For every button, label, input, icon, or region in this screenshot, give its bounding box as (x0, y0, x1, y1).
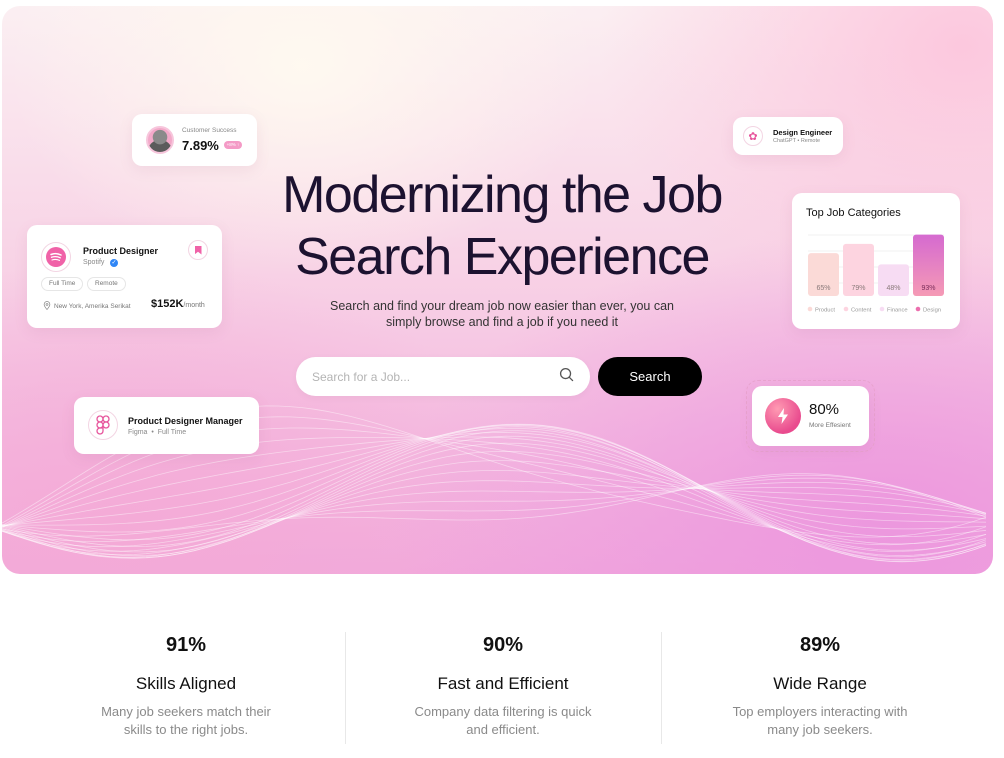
job-type: Full Time (157, 429, 187, 436)
legend-dot (843, 306, 849, 312)
subline-line-2: simply browse and find a job if you need… (385, 315, 619, 329)
legend-dot (879, 306, 885, 312)
legend-label: Finance (887, 308, 908, 314)
job-title: Product Designer (83, 246, 159, 256)
job-type: Remote (800, 138, 821, 144)
job-title: Design Engineer (773, 128, 833, 137)
salary: $152K/month (151, 298, 205, 310)
job-title: Product Designer Manager (128, 416, 243, 426)
legend-label: Product (815, 308, 835, 314)
page-headline: Modernizing the Job Search Experience (202, 164, 802, 288)
job-meta: ChatGPT • Remote (773, 138, 821, 144)
bookmark-icon[interactable] (188, 240, 208, 260)
efficiency-card: 80% More Effesient (752, 386, 869, 446)
bar-label: 93% (921, 285, 935, 292)
job-location: New York, Amerika Serikat (43, 301, 131, 311)
top-job-categories-chart: 65% Product 79% Content 48% Finance 93% Design (807, 234, 944, 314)
efficiency-value: 80% (809, 401, 840, 418)
stat-percent: 89% (799, 634, 841, 656)
top-job-categories-card: Top Job Categories 65% Product 79% Content 4… (792, 193, 960, 329)
avatar (146, 126, 174, 154)
stat-description: Many job seekers match their skills to t… (101, 704, 271, 737)
job-meta: Figma • Full Time (128, 429, 187, 436)
subline-line-1: Search and find your dream job now easie… (330, 299, 674, 313)
hero-subline: Search and find your dream job now easie… (322, 298, 682, 330)
job-card-design-engineer[interactable]: ✿ Design Engineer ChatGPT • Remote (733, 117, 843, 155)
lightning-icon (765, 398, 801, 434)
job-card-product-designer[interactable]: Product Designer Spotify ✓ Full Time Rem… (27, 225, 222, 328)
customer-success-card: Customer Success 7.89% +8% ↑ (132, 114, 257, 166)
legend-dot (915, 306, 921, 312)
chatgpt-logo-icon: ✿ (743, 126, 763, 146)
headline-line-1: Modernizing the Job (282, 166, 723, 224)
stat-description: Top employers interacting with many job … (732, 704, 908, 737)
salary-value: $152K (151, 298, 184, 310)
customer-success-label: Customer Success (182, 127, 237, 134)
location-pin-icon (43, 301, 51, 311)
stat-block-efficiency: 90% Fast and Efficient Company data filt… (345, 630, 661, 739)
search-button[interactable]: Search (598, 357, 702, 396)
stat-title: Wide Range (773, 674, 867, 693)
bar-label: 65% (816, 285, 830, 292)
legend-label: Content (851, 308, 872, 314)
legend-dot (807, 306, 813, 312)
wave-line (2, 442, 987, 557)
spotify-logo-icon (41, 242, 71, 272)
search-input[interactable] (312, 369, 559, 384)
stat-title: Skills Aligned (135, 674, 237, 693)
job-card-product-designer-manager[interactable]: Product Designer Manager Figma • Full Ti… (74, 397, 259, 454)
search-icon[interactable] (559, 367, 574, 387)
stat-percent: 90% (482, 634, 524, 656)
company-name: Figma (128, 429, 148, 436)
bar-label: 48% (886, 285, 900, 292)
stat-block-skills: 91% Skills Aligned Many job seekers matc… (28, 630, 344, 739)
bar-label: 79% (851, 285, 865, 292)
growth-badge: +8% ↑ (224, 141, 242, 149)
salary-unit: /month (183, 302, 205, 309)
search-box (296, 357, 590, 396)
efficiency-label: More Effesient (809, 422, 851, 429)
hero-section: Modernizing the Job Search Experience Se… (2, 6, 993, 574)
customer-success-value: 7.89% (182, 138, 219, 153)
tag-remote: Remote (87, 277, 126, 291)
tag-full-time: Full Time (41, 277, 84, 291)
headline-line-2: Search Experience (295, 228, 710, 286)
stat-description: Company data filtering is quick and effi… (414, 704, 592, 737)
location-text: New York, Amerika Serikat (54, 303, 131, 310)
stat-block-range: 89% Wide Range Top employers interacting… (662, 630, 978, 739)
stat-title: Fast and Efficient (437, 674, 569, 693)
company-name: Spotify (83, 259, 105, 266)
stat-percent: 91% (165, 634, 207, 656)
legend-label: Design (923, 308, 941, 314)
verified-icon: ✓ (110, 259, 118, 267)
wave-line (2, 450, 987, 559)
figma-logo-icon (88, 410, 118, 440)
company-name: ChatGPT (773, 138, 796, 144)
